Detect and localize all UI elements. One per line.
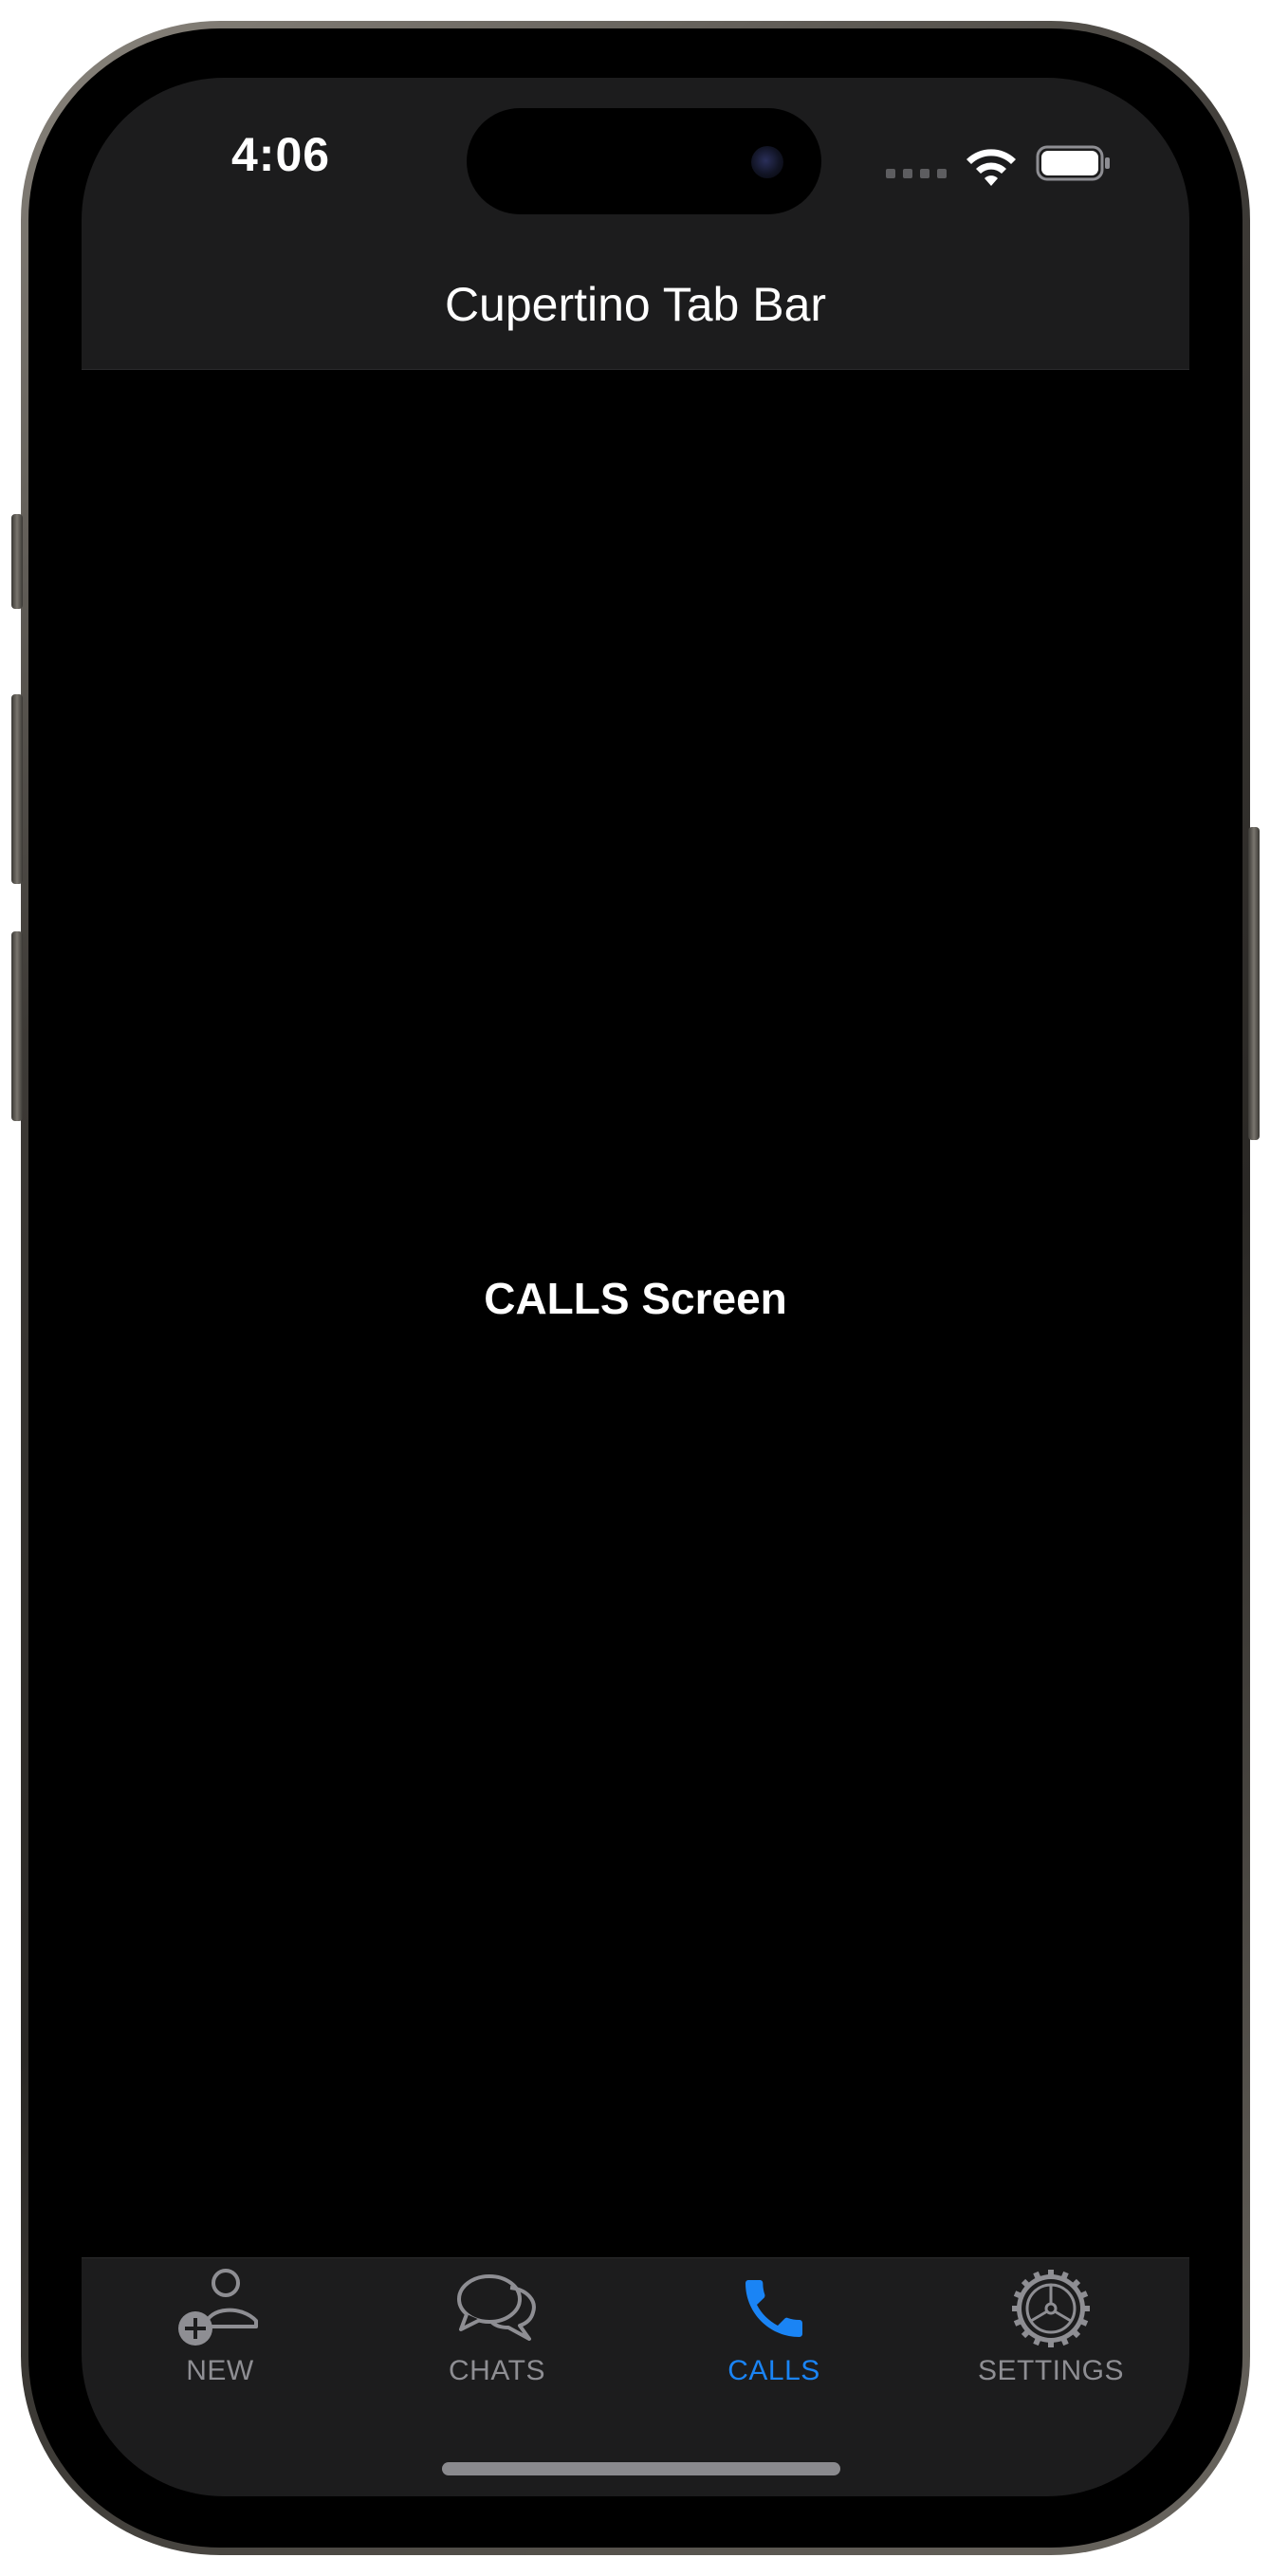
home-indicator[interactable] xyxy=(442,2462,840,2475)
tab-calls[interactable]: CALLS xyxy=(635,2258,912,2496)
tab-chats-label: CHATS xyxy=(449,2355,545,2386)
battery-icon xyxy=(1036,145,1110,181)
dynamic-island xyxy=(467,108,821,214)
tab-settings[interactable]: SETTINGS xyxy=(912,2258,1189,2496)
camera-icon xyxy=(751,146,783,178)
page-title: Cupertino Tab Bar xyxy=(444,278,827,331)
navigation-bar: 4:06 Cupertino Tab Bar xyxy=(82,78,1189,370)
screen: 4:06 Cupertino Tab Bar CALLS Screen NEW … xyxy=(82,78,1189,2496)
chat-bubbles-icon xyxy=(450,2268,544,2349)
gear-icon xyxy=(1003,2268,1098,2349)
screen-label: CALLS Screen xyxy=(484,1274,787,1323)
tab-new[interactable]: NEW xyxy=(82,2258,359,2496)
wifi-icon xyxy=(966,149,1016,186)
power-button xyxy=(1248,827,1260,1140)
tab-bar: NEW CHATS CALLS SETTINGS xyxy=(82,2257,1189,2496)
tab-new-label: NEW xyxy=(186,2355,254,2386)
volume-up-button xyxy=(11,694,23,884)
cellular-signal-icon xyxy=(886,169,947,178)
device-frame: 4:06 Cupertino Tab Bar CALLS Screen NEW … xyxy=(11,21,1260,2555)
tab-calls-label: CALLS xyxy=(727,2355,820,2386)
tab-settings-label: SETTINGS xyxy=(977,2355,1124,2386)
person-add-icon xyxy=(173,2268,267,2349)
phone-icon xyxy=(727,2268,821,2349)
volume-down-button xyxy=(11,931,23,1121)
tab-chats[interactable]: CHATS xyxy=(359,2258,635,2496)
device-bezel: 4:06 Cupertino Tab Bar CALLS Screen NEW … xyxy=(28,28,1242,2548)
action-button xyxy=(11,514,23,609)
status-time: 4:06 xyxy=(231,128,331,181)
